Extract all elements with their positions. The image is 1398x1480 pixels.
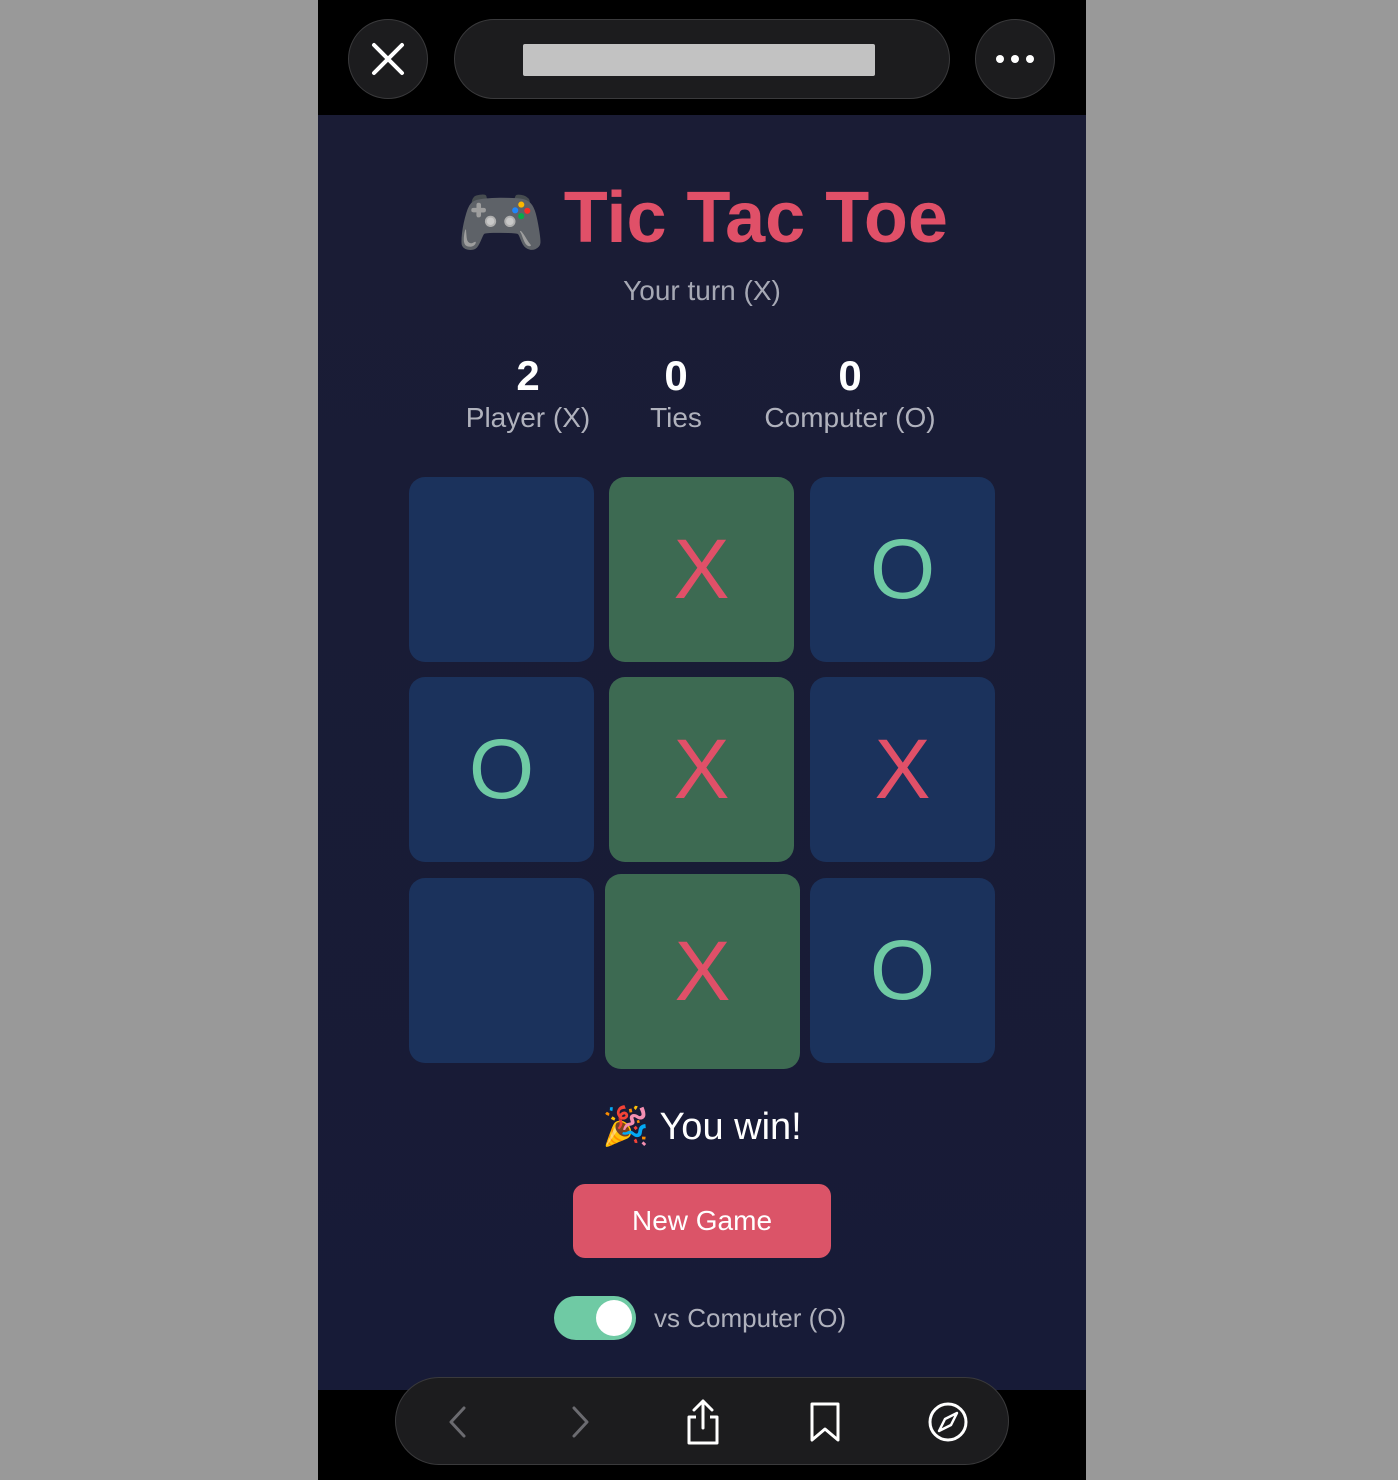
share-icon bbox=[687, 1399, 719, 1445]
result-message: 🎉 You win! bbox=[602, 1106, 802, 1148]
page-title: 🎮 Tic Tac Toe bbox=[318, 173, 1086, 268]
cell-mark: O bbox=[869, 522, 936, 616]
mode-toggle-row: vs Computer (O) bbox=[554, 1295, 846, 1341]
score-player-label: Player (X) bbox=[465, 402, 591, 433]
title-text: Tic Tac Toe bbox=[563, 178, 948, 258]
score-computer: 0 Computer (O) bbox=[748, 350, 952, 438]
score-computer-value: 0 bbox=[838, 352, 862, 399]
redacted-url bbox=[523, 44, 875, 76]
compass-icon bbox=[928, 1402, 968, 1442]
gamepad-icon: 🎮 bbox=[456, 182, 546, 263]
board-cell-2[interactable]: O bbox=[810, 477, 995, 662]
score-ties-value: 0 bbox=[664, 352, 688, 399]
board-cell-6[interactable] bbox=[409, 878, 594, 1063]
toggle-knob bbox=[596, 1300, 632, 1336]
board-cell-7[interactable]: X bbox=[605, 874, 800, 1069]
forward-icon bbox=[572, 1406, 589, 1438]
score-player: 2 Player (X) bbox=[438, 350, 618, 438]
phone-frame: 🎮 Tic Tac Toe Your turn (X) 2 Player (X) … bbox=[318, 0, 1086, 1480]
board-cell-1[interactable]: X bbox=[609, 477, 794, 662]
bookmark-icon bbox=[810, 1402, 840, 1442]
forward-button[interactable] bbox=[556, 1398, 604, 1446]
new-game-button[interactable]: New Game bbox=[573, 1184, 831, 1258]
game-board: X O O X X X O bbox=[409, 477, 995, 1069]
browser-top-bar bbox=[318, 0, 1086, 115]
share-button[interactable] bbox=[679, 1398, 727, 1446]
close-icon bbox=[372, 43, 404, 75]
cell-mark: X bbox=[673, 722, 730, 816]
score-ties: 0 Ties bbox=[626, 350, 726, 438]
turn-status: Your turn (X) bbox=[623, 275, 781, 306]
cell-mark: O bbox=[468, 722, 535, 816]
bookmarks-button[interactable] bbox=[801, 1398, 849, 1446]
vs-computer-toggle[interactable] bbox=[554, 1296, 636, 1340]
more-button[interactable] bbox=[975, 19, 1055, 99]
cell-mark: O bbox=[869, 923, 936, 1017]
back-icon bbox=[449, 1406, 466, 1438]
address-bar[interactable] bbox=[454, 19, 950, 99]
score-player-value: 2 bbox=[516, 352, 540, 399]
back-button[interactable] bbox=[434, 1398, 482, 1446]
board-cell-3[interactable]: O bbox=[409, 677, 594, 862]
board-cell-4[interactable]: X bbox=[609, 677, 794, 862]
cell-mark: X bbox=[673, 522, 730, 616]
cell-mark: X bbox=[874, 722, 931, 816]
board-cell-8[interactable]: O bbox=[810, 878, 995, 1063]
compass-button[interactable] bbox=[924, 1398, 972, 1446]
board-cell-5[interactable]: X bbox=[810, 677, 995, 862]
close-button[interactable] bbox=[348, 19, 428, 99]
cell-mark: X bbox=[674, 924, 731, 1018]
browser-bottom-bar bbox=[395, 1377, 1009, 1465]
more-icon bbox=[996, 55, 1034, 63]
board-cell-0[interactable] bbox=[409, 477, 594, 662]
score-ties-label: Ties bbox=[650, 402, 702, 433]
toggle-label: vs Computer (O) bbox=[654, 1302, 847, 1333]
score-computer-label: Computer (O) bbox=[764, 402, 936, 433]
game-page: 🎮 Tic Tac Toe Your turn (X) 2 Player (X) … bbox=[318, 115, 1086, 1390]
